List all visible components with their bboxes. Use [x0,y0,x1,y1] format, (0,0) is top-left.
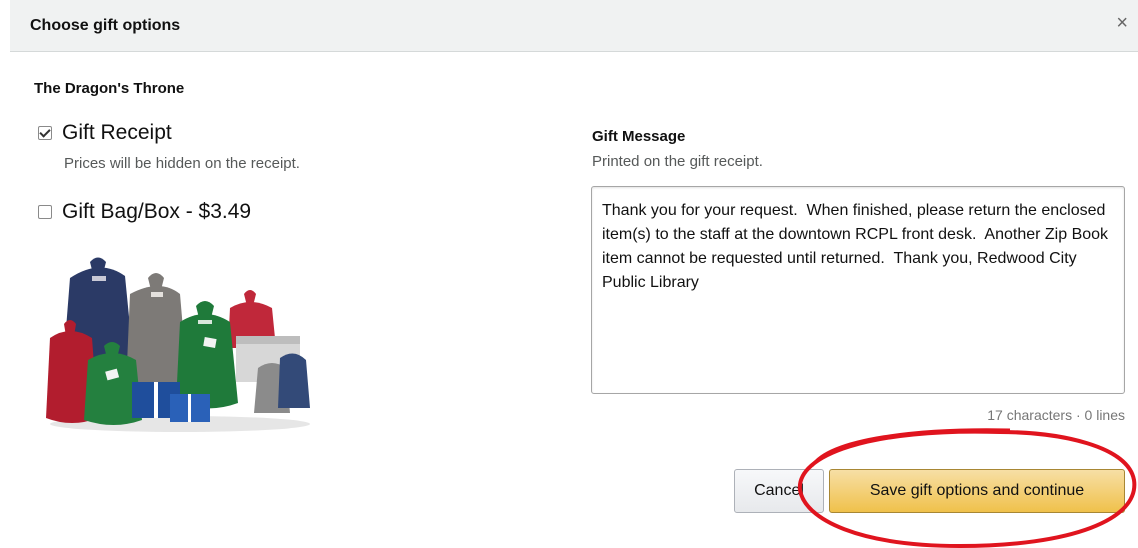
gift-bag-label[interactable]: Gift Bag/Box - $3.49 [62,200,251,224]
save-gift-options-button[interactable]: Save gift options and continue [829,469,1125,513]
character-counter: 17 characters · 0 lines [987,407,1125,423]
product-title: The Dragon's Throne [34,80,185,97]
checkbox-unchecked-icon[interactable] [38,205,52,219]
gift-message-subtitle: Printed on the gift receipt. [592,153,763,170]
checkbox-checked-icon[interactable] [38,126,52,140]
gift-message-textarea[interactable]: Thank you for your request. When finishe… [591,186,1125,394]
dialog-header: Choose gift options × [10,0,1138,52]
cancel-button[interactable]: Cancel [734,469,824,513]
gift-message-title: Gift Message [592,128,686,145]
gift-receipt-description: Prices will be hidden on the receipt. [64,155,300,172]
dialog-title: Choose gift options [30,17,181,34]
gift-receipt-label[interactable]: Gift Receipt [62,121,172,145]
gift-receipt-option[interactable]: Gift Receipt [38,121,172,145]
gift-bag-option[interactable]: Gift Bag/Box - $3.49 [38,200,251,224]
close-icon[interactable]: × [1116,13,1128,33]
gift-bags-image [46,257,310,432]
